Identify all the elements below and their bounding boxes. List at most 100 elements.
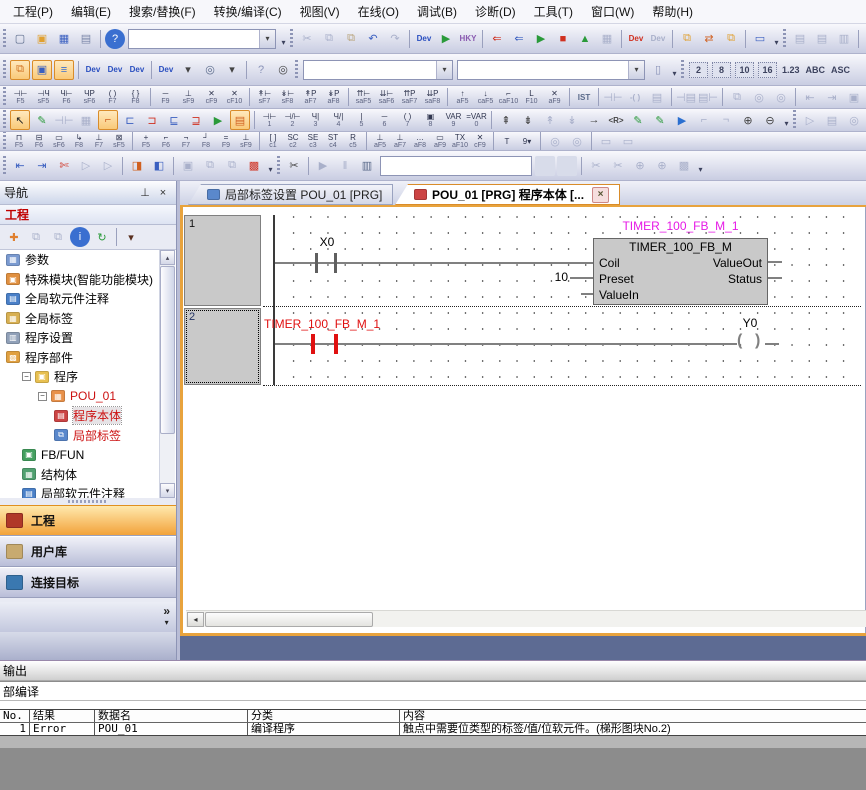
wire-grid-icon[interactable]: ▩ xyxy=(674,156,694,176)
fb-in-icon[interactable]: ⊣▤ xyxy=(676,87,696,107)
block-sel-icon[interactable]: ▭ xyxy=(596,132,616,151)
list-view-icon[interactable]: ≡ xyxy=(54,60,74,80)
device-find-arrow-icon[interactable]: ▾ xyxy=(222,60,242,80)
window-cascade-icon[interactable]: ⧉ xyxy=(677,29,697,49)
hscroll-thumb[interactable] xyxy=(205,612,373,627)
run-write-icon[interactable]: ▶ xyxy=(672,110,692,130)
tree-item-local-device-comment[interactable]: ▤局部软元件注释 xyxy=(0,484,176,498)
combo-arrow-icon[interactable]: ▾ xyxy=(628,61,644,79)
output-row[interactable]: 1 Error POU_01 编译程序 触点中需要位类型的标签/值/位软元件。(… xyxy=(0,722,866,736)
monitor-stop-icon[interactable]: ■ xyxy=(553,29,573,49)
nav-info-icon[interactable]: i xyxy=(70,227,90,247)
ladder-key-f6[interactable]: ⊟F6 xyxy=(29,132,49,151)
redo-icon[interactable]: ↷ xyxy=(385,29,405,49)
rung-insert-icon[interactable]: ⊑ xyxy=(164,110,184,130)
menu-item-tool[interactable]: 工具(T) xyxy=(525,0,582,23)
open-project-icon[interactable]: ▣ xyxy=(32,29,52,49)
device-find-icon[interactable]: ◎ xyxy=(200,60,220,80)
monitor-run-icon[interactable]: ▶ xyxy=(531,29,551,49)
wire-cut2-icon[interactable]: ✂ xyxy=(608,156,628,176)
label-add-icon[interactable]: ⇤ xyxy=(800,87,820,107)
tree-item-pou-01[interactable]: −▦POU_01 xyxy=(0,387,176,407)
scroll-left-icon[interactable]: ◂ xyxy=(187,612,204,627)
window-split2-icon[interactable]: ◧ xyxy=(149,156,169,176)
trace-step-field[interactable] xyxy=(380,156,532,176)
zoom-out-icon[interactable]: ⊖ xyxy=(760,110,780,130)
menu-item-find-replace[interactable]: 搜索/替换(F) xyxy=(120,0,205,23)
window-switch-icon[interactable]: ⇄ xyxy=(699,29,719,49)
tab-program-body[interactable]: POU_01 [PRG] 程序本体 [... × xyxy=(395,184,620,205)
ladder-key-sf5[interactable]: ⊣ЧsF5 xyxy=(32,86,55,109)
watch-del-icon[interactable]: ▩ xyxy=(244,156,264,176)
watch-start-icon[interactable]: ⧉ xyxy=(200,156,220,176)
module-view-icon[interactable]: ▣ xyxy=(32,60,52,80)
paste-icon[interactable]: ⧉ xyxy=(341,29,361,49)
ladder-key-5[interactable]: |5 xyxy=(350,109,373,132)
dev-display-icon[interactable]: Dev xyxy=(626,29,646,49)
chevron-expand-icon[interactable]: »▾ xyxy=(163,606,170,628)
display-real-icon[interactable]: 1.23 xyxy=(782,65,800,75)
scrollbar-thumb[interactable] xyxy=(160,266,175,434)
ladder-key-sf7[interactable]: ↟⊢sF7 xyxy=(253,86,276,109)
ladder-key-f10[interactable]: LF10 xyxy=(520,86,543,109)
toolbar-overflow-icon[interactable]: ▾ xyxy=(771,29,782,49)
block-sel2-icon[interactable]: ▭ xyxy=(618,132,638,151)
read-mode-icon[interactable]: ▷ xyxy=(800,110,820,130)
ladder-key-f9[interactable]: ─F9 xyxy=(154,86,177,109)
device-skip2-icon[interactable]: ⇥ xyxy=(32,156,52,176)
ladder-edit-icon[interactable]: ▤ xyxy=(230,110,250,130)
ladder-key-1[interactable]: ⊣⊢1 xyxy=(258,109,281,132)
doc-find2-icon[interactable]: ◎ xyxy=(771,87,791,107)
scroll-up-icon[interactable]: ▴ xyxy=(160,250,175,265)
toolbar-overflow-icon[interactable]: ▾ xyxy=(781,110,792,130)
ladder-key-f5[interactable]: ⊣⊢F5 xyxy=(9,86,32,109)
ladder-key-f8[interactable]: { }F8 xyxy=(124,86,147,109)
ladder-key-sf8[interactable]: ↡⊢sF8 xyxy=(276,86,299,109)
step-run2-icon[interactable]: ▷ xyxy=(98,156,118,176)
contact-x0-label[interactable]: X0 xyxy=(305,235,349,249)
ladder-key-9[interactable]: VAR9 xyxy=(442,109,465,132)
label-del-icon[interactable]: ⇥ xyxy=(822,87,842,107)
statement-edit-icon[interactable]: ✎ xyxy=(650,110,670,130)
write-mode-icon[interactable]: ▤ xyxy=(822,110,842,130)
read-from-plc-icon[interactable]: ⇐ xyxy=(509,29,529,49)
ladder-key-f7[interactable]: ( )F7 xyxy=(101,86,124,109)
save-project-icon[interactable]: ▦ xyxy=(54,29,74,49)
ladder-key-af10[interactable]: TXaF10 xyxy=(450,132,470,151)
ladder-key-t[interactable]: T xyxy=(497,132,517,151)
toolbar-grip[interactable] xyxy=(793,110,796,130)
monitor-mode-icon[interactable]: ◎ xyxy=(844,110,864,130)
dev-hky-icon[interactable]: HKY xyxy=(458,29,478,49)
tree-item-global-device-comment[interactable]: ▤全局软元件注释 xyxy=(0,289,176,309)
menu-item-project[interactable]: 工程(P) xyxy=(4,0,62,23)
toolbar-grip[interactable] xyxy=(3,29,6,49)
ladder-key-f8[interactable]: ┘F8 xyxy=(196,132,216,151)
close-icon[interactable]: × xyxy=(154,184,172,201)
trace-play-icon[interactable]: ▶ xyxy=(313,156,333,176)
dev-off-icon[interactable]: Dev xyxy=(648,29,668,49)
nav-refresh-icon[interactable]: ↻ xyxy=(92,227,112,247)
wire-v-icon[interactable]: ¬ xyxy=(716,110,736,130)
display-oct-icon[interactable]: 8 xyxy=(712,62,731,78)
cross-reference-icon[interactable]: ◎ xyxy=(273,60,293,80)
ladder-key-saf8[interactable]: ⇊PsaF8 xyxy=(421,86,444,109)
ladder-key-af7[interactable]: ↟PaF7 xyxy=(299,86,322,109)
ladder-key-af8[interactable]: …aF8 xyxy=(410,132,430,151)
ladder-key-f6[interactable]: Ч⊢F6 xyxy=(55,86,78,109)
nav-button-connection-destination[interactable]: 连接目标 xyxy=(0,567,176,598)
menu-item-debug[interactable]: 调试(B) xyxy=(408,0,466,23)
block-find-icon[interactable]: ◎ xyxy=(545,132,565,151)
pulse-fall-icon[interactable]: ⇟ xyxy=(518,110,538,130)
ladder-key-sf6[interactable]: ▭sF6 xyxy=(49,132,69,151)
menu-item-window[interactable]: 窗口(W) xyxy=(582,0,643,23)
ladder-key-sf5[interactable]: ⊠sF5 xyxy=(109,132,129,151)
tree-expander-icon[interactable]: − xyxy=(22,372,31,381)
edit-mode-icon[interactable]: ✎ xyxy=(32,110,52,130)
combo-arrow-icon[interactable]: ▾ xyxy=(436,61,452,79)
display-dec-icon[interactable]: 10 xyxy=(735,62,754,78)
ladder-key-sf9[interactable]: ⊥sF9 xyxy=(236,132,256,151)
pulse-trace-icon[interactable]: ▥ xyxy=(834,29,854,49)
dev-read-icon[interactable]: Dev xyxy=(414,29,434,49)
scroll-down-icon[interactable]: ▾ xyxy=(160,483,175,498)
fb-instance-label[interactable]: TIMER_100_FB_M_1 xyxy=(593,219,768,233)
